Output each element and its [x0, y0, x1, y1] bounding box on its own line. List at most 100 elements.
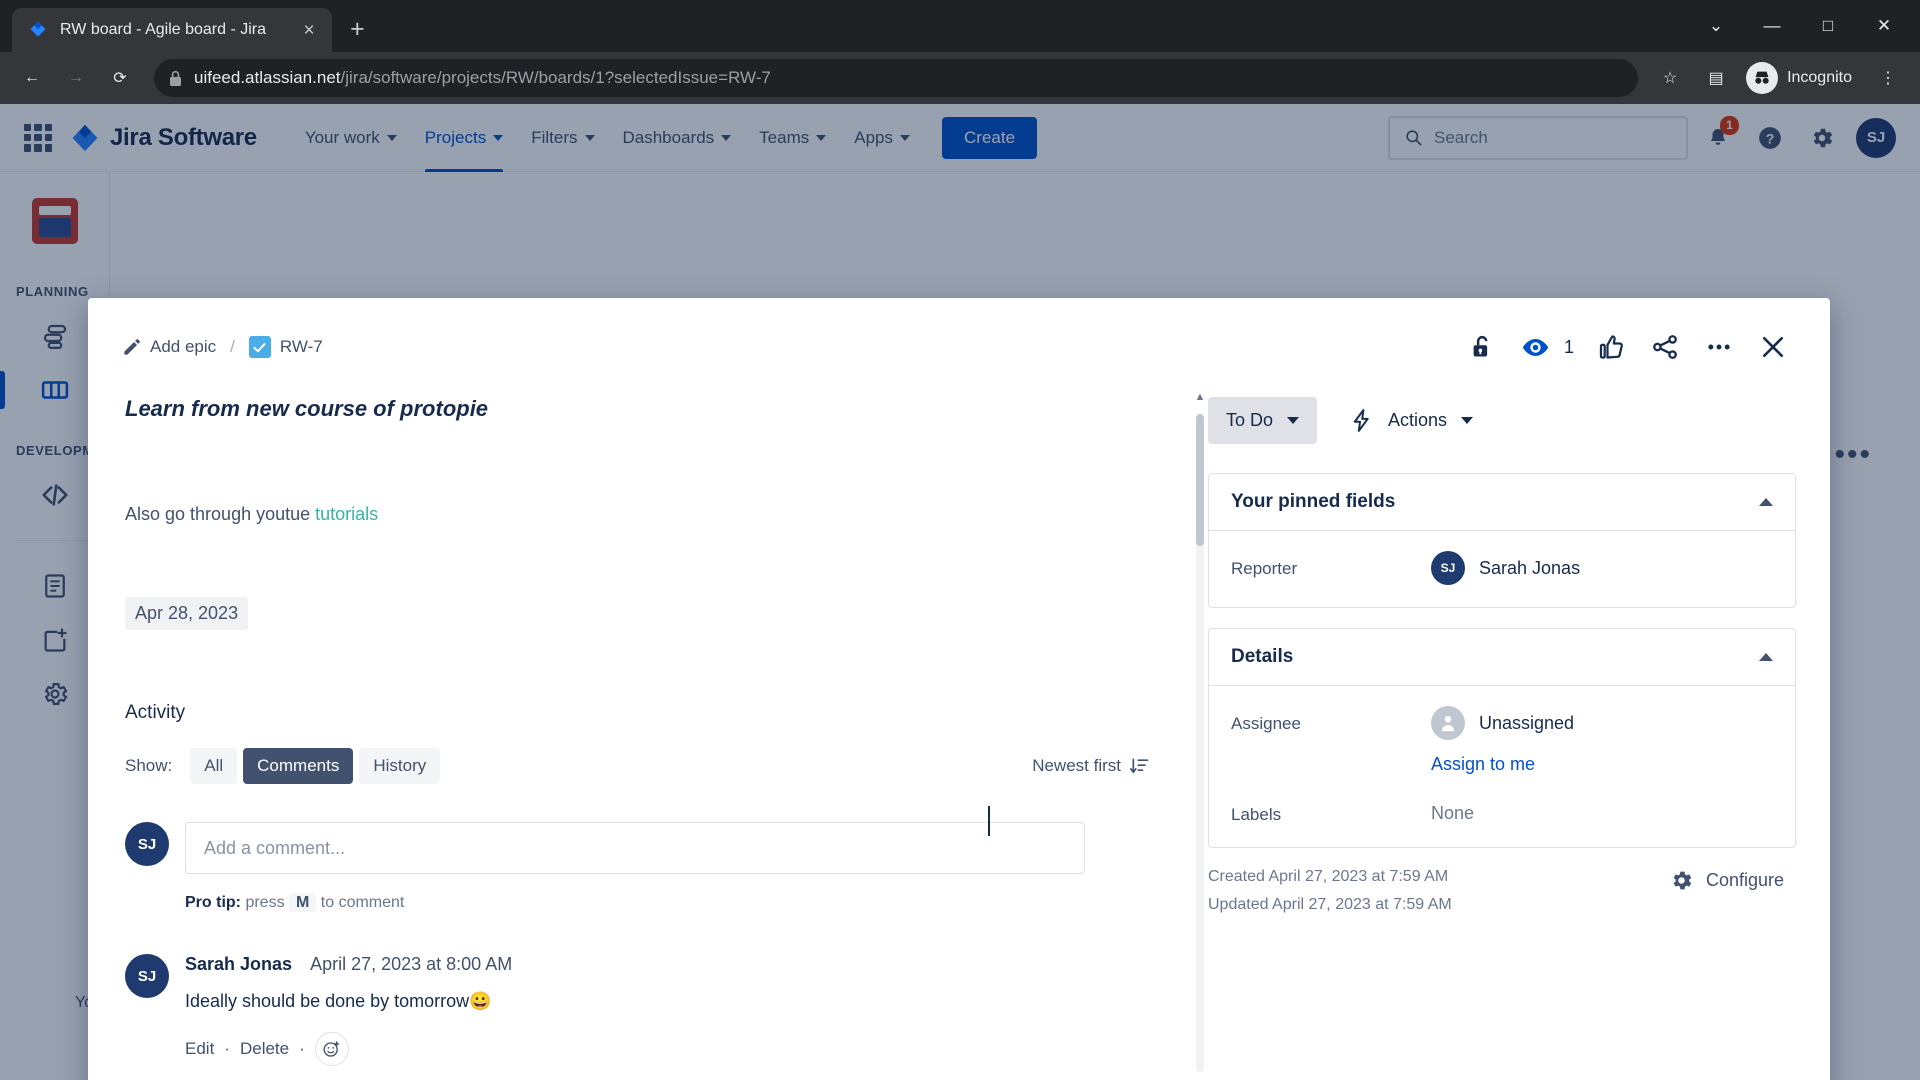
- browser-tab[interactable]: RW board - Agile board - Jira ×: [12, 8, 332, 52]
- issue-detail-modal: Add epic / RW-7 1 Learn from new course …: [88, 298, 1830, 1080]
- filter-comments[interactable]: Comments: [243, 748, 354, 784]
- gear-icon: [1673, 871, 1692, 890]
- comment-action-dot: ·: [299, 1039, 305, 1058]
- add-reaction-button[interactable]: [314, 1032, 349, 1066]
- filter-all[interactable]: All: [190, 748, 238, 784]
- browser-menu-icon[interactable]: ⋮: [1868, 58, 1908, 98]
- like-button[interactable]: [1588, 324, 1634, 370]
- filter-history[interactable]: History: [359, 748, 441, 784]
- sort-order-label: Newest first: [1032, 756, 1121, 775]
- labels-label: Labels: [1231, 805, 1282, 824]
- scrollbar-thumb[interactable]: [1196, 414, 1204, 546]
- window-minimize-button[interactable]: —: [1744, 6, 1800, 46]
- sort-order-button[interactable]: Newest first: [1032, 756, 1158, 776]
- sort-descending-icon: [1130, 758, 1149, 774]
- checkmark-icon: [253, 342, 266, 352]
- pinned-fields-panel: Your pinned fields Reporter SJ Sarah Jon…: [1208, 473, 1796, 608]
- share-icon: [1653, 335, 1677, 359]
- comment-body: Ideally should be done by tomorrow😀: [185, 991, 492, 1011]
- tab-title: RW board - Agile board - Jira: [60, 21, 267, 38]
- issue-timestamps: Created April 27, 2023 at 7:59 AM Update…: [1208, 868, 1669, 924]
- pro-tip-key: M: [289, 893, 317, 912]
- breadcrumb-epic-label: Add epic: [150, 337, 217, 356]
- window-chevron-icon[interactable]: ⌄: [1688, 6, 1744, 46]
- thumbs-up-icon: [1599, 335, 1623, 359]
- comment-edit-link[interactable]: Edit: [185, 1039, 214, 1059]
- details-panel: Details Assignee Unassigned Assign to me…: [1208, 628, 1796, 848]
- new-tab-button[interactable]: +: [350, 17, 365, 42]
- reload-button[interactable]: ⟳: [100, 58, 140, 98]
- labels-value[interactable]: None: [1431, 797, 1773, 824]
- reporter-value[interactable]: SJ Sarah Jonas: [1431, 551, 1773, 585]
- content-scrollbar[interactable]: ▲ ▼: [1192, 386, 1208, 1080]
- jira-favicon-icon: [30, 21, 46, 37]
- details-title: Details: [1231, 646, 1294, 667]
- pinned-fields-header[interactable]: Your pinned fields: [1209, 474, 1795, 531]
- comment-author-avatar: SJ: [125, 954, 169, 998]
- status-dropdown[interactable]: To Do: [1208, 397, 1318, 444]
- incognito-indicator[interactable]: Incognito: [1742, 62, 1862, 94]
- assignee-value[interactable]: Unassigned Assign to me: [1431, 706, 1773, 775]
- pencil-icon: [124, 338, 140, 355]
- created-timestamp: Created April 27, 2023 at 7:59 AM: [1208, 868, 1449, 885]
- issue-summary[interactable]: Learn from new course of protopie: [125, 396, 1158, 422]
- browser-window: RW board - Agile board - Jira × + ⌄ — □ …: [0, 0, 1920, 1080]
- comment-main: Sarah Jonas April 27, 2023 at 8:00 AM Id…: [185, 954, 1158, 1066]
- assign-to-me-link[interactable]: Assign to me: [1431, 754, 1535, 775]
- close-modal-button[interactable]: [1750, 324, 1796, 370]
- add-comment-row: SJ Add a comment...: [125, 822, 1158, 874]
- modal-body: Learn from new course of protopie Also g…: [88, 380, 1830, 1080]
- issue-sidebar-column: To Do Actions Your pinned fields Reporte…: [1208, 380, 1796, 1080]
- pro-tip-prefix: Pro tip:: [185, 894, 241, 911]
- chevron-up-icon[interactable]: [1759, 498, 1773, 506]
- side-panel-icon[interactable]: ▤: [1696, 58, 1736, 98]
- details-header[interactable]: Details: [1209, 629, 1795, 686]
- eye-icon: [1523, 338, 1549, 356]
- pro-tip-text-2: to comment: [316, 894, 405, 911]
- tab-close-icon[interactable]: ×: [296, 21, 322, 40]
- lightning-bolt-icon: [1353, 409, 1369, 432]
- incognito-label: Incognito: [1787, 69, 1852, 86]
- task-type-icon: [248, 336, 271, 358]
- bookmark-star-icon[interactable]: ☆: [1650, 58, 1690, 98]
- window-maximize-button[interactable]: □: [1800, 6, 1856, 46]
- url-path: /jira/software/projects/RW/boards/1?sele…: [340, 68, 771, 87]
- date-chip[interactable]: Apr 28, 2023: [125, 597, 249, 630]
- pinned-fields-title: Your pinned fields: [1231, 491, 1396, 512]
- window-close-button[interactable]: ✕: [1856, 6, 1912, 46]
- breadcrumb-add-epic[interactable]: Add epic: [122, 337, 216, 357]
- scroll-up-arrow-icon[interactable]: ▲: [1192, 386, 1208, 408]
- assignee-label: Assignee: [1231, 714, 1301, 733]
- unlock-button[interactable]: [1459, 324, 1505, 370]
- breadcrumb-issue[interactable]: RW-7: [248, 336, 323, 358]
- description-link[interactable]: tutorials: [315, 504, 378, 524]
- close-icon: [1762, 336, 1784, 358]
- configure-button[interactable]: Configure: [1669, 868, 1796, 893]
- add-comment-input[interactable]: Add a comment...: [185, 822, 1085, 874]
- back-button[interactable]: ←: [12, 58, 52, 98]
- forward-button[interactable]: →: [56, 58, 96, 98]
- comment-timestamp: April 27, 2023 at 8:00 AM: [310, 954, 513, 974]
- chevron-down-icon: [1461, 417, 1474, 424]
- address-bar[interactable]: uifeed.atlassian.net/jira/software/proje…: [154, 59, 1639, 97]
- reporter-label: Reporter: [1231, 559, 1298, 578]
- show-label: Show:: [125, 756, 173, 775]
- reporter-name: Sarah Jonas: [1479, 557, 1581, 578]
- omnibox-bar: ← → ⟳ uifeed.atlassian.net/jira/software…: [0, 52, 1920, 104]
- comment-delete-link[interactable]: Delete: [240, 1039, 289, 1059]
- activity-heading: Activity: [125, 702, 186, 723]
- watch-button[interactable]: 1: [1513, 324, 1580, 370]
- more-actions-button[interactable]: [1696, 324, 1742, 370]
- chevron-up-icon[interactable]: [1759, 653, 1773, 661]
- issue-description[interactable]: Also go through youtue tutorials: [125, 504, 1158, 525]
- actions-dropdown[interactable]: Actions: [1343, 396, 1479, 445]
- url-text: uifeed.atlassian.net/jira/software/proje…: [194, 68, 771, 88]
- emoji-add-icon: [323, 1040, 340, 1057]
- lock-icon: [170, 70, 181, 86]
- status-action-row: To Do Actions: [1208, 396, 1796, 445]
- tab-strip: RW board - Agile board - Jira × + ⌄ — □ …: [0, 0, 1920, 52]
- assignee-name: Unassigned: [1479, 712, 1575, 733]
- issue-content-column: Learn from new course of protopie Also g…: [122, 380, 1208, 1080]
- activity-filter-row: Show: All Comments History Newest first: [125, 748, 1158, 784]
- share-button[interactable]: [1642, 324, 1688, 370]
